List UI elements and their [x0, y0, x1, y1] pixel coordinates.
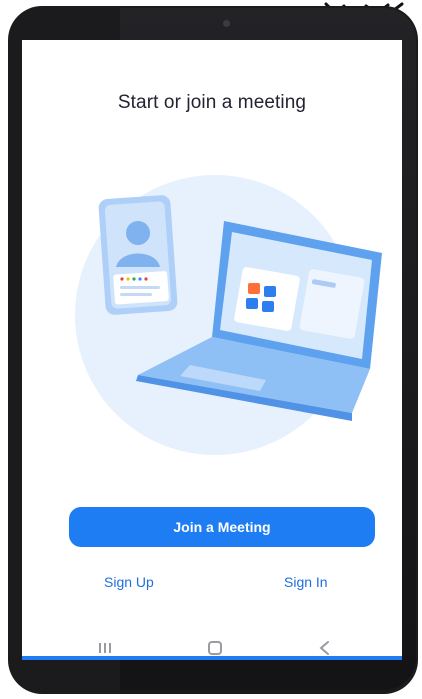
back-icon[interactable]: [314, 640, 336, 656]
meeting-illustration-icon: [75, 175, 382, 455]
id-card-icon: [98, 195, 178, 315]
join-meeting-button[interactable]: Join a Meeting: [69, 507, 375, 547]
app-screen: Start or join a meeting Join a Meeting S…: [22, 40, 402, 660]
screen-bottom-accent: [22, 656, 402, 660]
page-title: Start or join a meeting: [117, 92, 307, 113]
front-camera-icon: [223, 20, 230, 27]
sign-in-link[interactable]: Sign In: [284, 574, 328, 590]
recent-apps-icon[interactable]: [94, 640, 116, 656]
home-icon[interactable]: [204, 640, 226, 656]
sign-up-link[interactable]: Sign Up: [104, 574, 154, 590]
